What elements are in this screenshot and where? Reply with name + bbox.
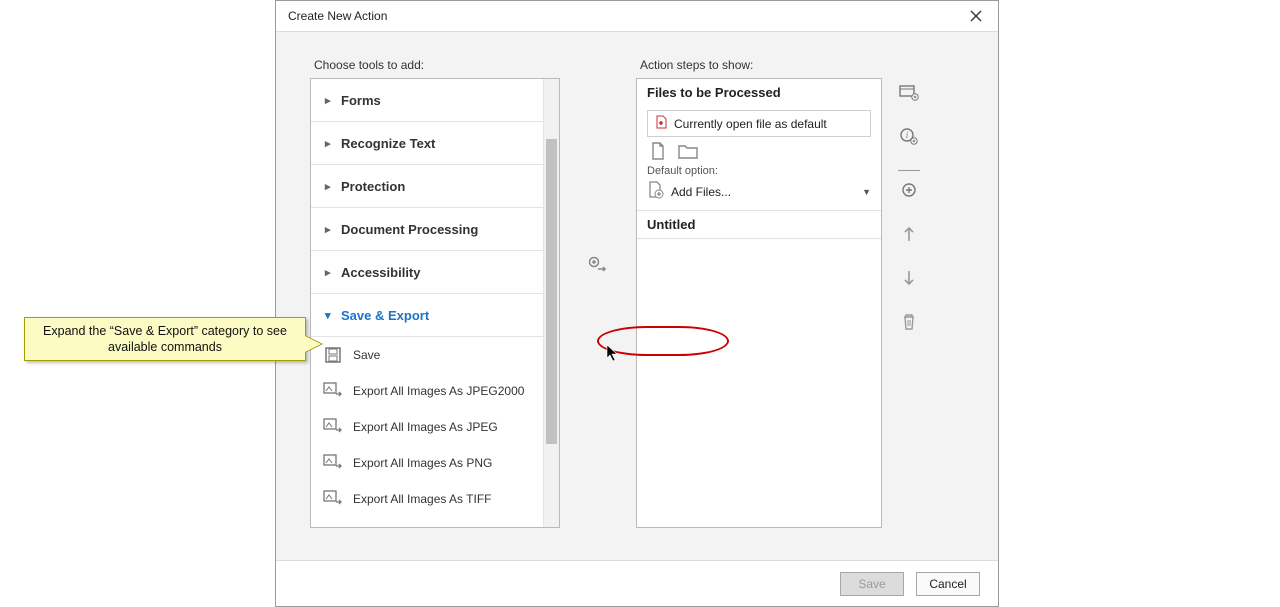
default-option-label: Default option: — [647, 165, 871, 177]
export-image-icon — [323, 453, 343, 473]
separator — [898, 170, 920, 171]
category-label: Recognize Text — [341, 136, 435, 151]
export-image-icon — [323, 489, 343, 509]
category-label: Save & Export — [341, 308, 429, 323]
chevron-right-icon: ▸ — [325, 94, 335, 107]
add-to-steps-button[interactable] — [587, 254, 609, 276]
category-label: Document Processing — [341, 222, 478, 237]
chevron-right-icon: ▸ — [325, 180, 335, 193]
export-image-icon — [323, 381, 343, 401]
choose-tools-label: Choose tools to add: — [314, 58, 560, 72]
svg-text:i: i — [906, 130, 909, 140]
tool-label: Save — [353, 348, 380, 362]
action-steps-label: Action steps to show: — [640, 58, 922, 72]
close-button[interactable] — [962, 2, 990, 30]
step-tools-column: i — [896, 78, 922, 528]
chip-text: Currently open file as default — [674, 117, 827, 131]
action-steps-panel: Files to be Processed Currently open fil… — [636, 78, 882, 528]
category-save-export[interactable]: ▾ Save & Export — [311, 294, 559, 337]
files-header: Files to be Processed — [637, 79, 881, 104]
tool-export-png[interactable]: Export All Images As PNG — [311, 445, 559, 481]
move-up-icon[interactable] — [898, 223, 920, 245]
chevron-right-icon: ▸ — [325, 223, 335, 236]
tool-save[interactable]: Save — [311, 337, 559, 373]
dialog-body: Choose tools to add: ▸ Forms ▸ Recognize… — [276, 31, 998, 561]
category-document-processing[interactable]: ▸ Document Processing — [311, 208, 559, 251]
category-label: Accessibility — [341, 265, 421, 280]
tool-export-jpeg[interactable]: Export All Images As JPEG — [311, 409, 559, 445]
category-accessibility[interactable]: ▸ Accessibility — [311, 251, 559, 294]
callout-pointer — [305, 335, 323, 353]
tool-label: Export All Images As PNG — [353, 456, 492, 470]
export-image-icon — [323, 417, 343, 437]
add-files-label: Add Files... — [671, 185, 731, 199]
category-recognize-text[interactable]: ▸ Recognize Text — [311, 122, 559, 165]
save-icon — [323, 345, 343, 365]
tool-categories-panel: ▸ Forms ▸ Recognize Text ▸ Protection — [310, 78, 560, 528]
tool-label: Export All Images As TIFF — [353, 492, 492, 506]
pdf-file-icon — [654, 115, 668, 132]
callout-text: Expand the “Save & Export” category to s… — [33, 323, 297, 356]
chevron-right-icon: ▸ — [325, 266, 335, 279]
chevron-down-icon: ▼ — [862, 187, 871, 197]
tool-export-tiff[interactable]: Export All Images As TIFF — [311, 481, 559, 517]
category-protection[interactable]: ▸ Protection — [311, 165, 559, 208]
titlebar: Create New Action — [276, 1, 998, 31]
scrollbar[interactable] — [543, 79, 559, 527]
delete-icon[interactable] — [898, 311, 920, 333]
create-new-action-dialog: Create New Action Choose tools to add: ▸… — [275, 0, 999, 607]
chevron-down-icon: ▾ — [325, 309, 335, 322]
tool-export-jpeg2000[interactable]: Export All Images As JPEG2000 — [311, 373, 559, 409]
tool-label: Export All Images As JPEG2000 — [353, 384, 524, 398]
add-files-dropdown[interactable]: Add Files... ▼ — [647, 181, 871, 202]
add-step-icon[interactable] — [898, 179, 920, 201]
category-forms[interactable]: ▸ Forms — [311, 79, 559, 122]
save-button[interactable]: Save — [840, 572, 904, 596]
dialog-footer: Save Cancel — [276, 562, 998, 606]
move-down-icon[interactable] — [898, 267, 920, 289]
category-label: Forms — [341, 93, 381, 108]
scrollbar-thumb[interactable] — [546, 139, 557, 444]
dialog-title: Create New Action — [288, 9, 387, 23]
category-label: Protection — [341, 179, 405, 194]
divider — [637, 238, 881, 239]
cancel-button[interactable]: Cancel — [916, 572, 980, 596]
chevron-right-icon: ▸ — [325, 137, 335, 150]
add-panel-icon[interactable] — [898, 82, 920, 104]
add-instruction-icon[interactable]: i — [898, 126, 920, 148]
tool-label: Export All Images As JPEG — [353, 420, 498, 434]
instruction-callout: Expand the “Save & Export” category to s… — [24, 317, 306, 361]
folder-icon[interactable] — [677, 141, 699, 161]
untitled-step[interactable]: Untitled — [637, 211, 881, 238]
add-files-icon — [647, 181, 665, 202]
new-file-icon[interactable] — [647, 141, 669, 161]
default-file-chip[interactable]: Currently open file as default — [647, 110, 871, 137]
